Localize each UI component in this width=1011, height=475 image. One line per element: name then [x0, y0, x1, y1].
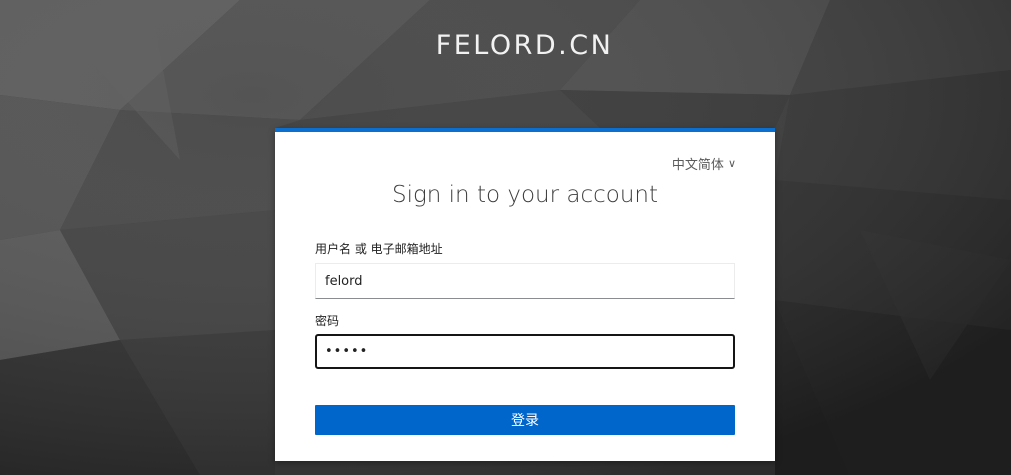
login-card: 中文简体 ∨ Sign in to your account 用户名 或 电子邮… — [275, 128, 775, 461]
page-title: Sign in to your account — [391, 182, 659, 208]
username-input[interactable] — [315, 263, 735, 299]
login-button[interactable]: 登录 — [315, 405, 735, 435]
password-input[interactable] — [315, 334, 735, 369]
username-label: 用户名 或 电子邮箱地址 — [315, 242, 443, 256]
chevron-down-icon: ∨ — [727, 156, 736, 170]
password-label: 密码 — [315, 314, 340, 328]
locale-selector[interactable]: 中文简体 ∨ — [671, 154, 736, 174]
locale-label: 中文简体 — [671, 158, 724, 173]
realm-title: FELORD.CN — [435, 30, 614, 61]
